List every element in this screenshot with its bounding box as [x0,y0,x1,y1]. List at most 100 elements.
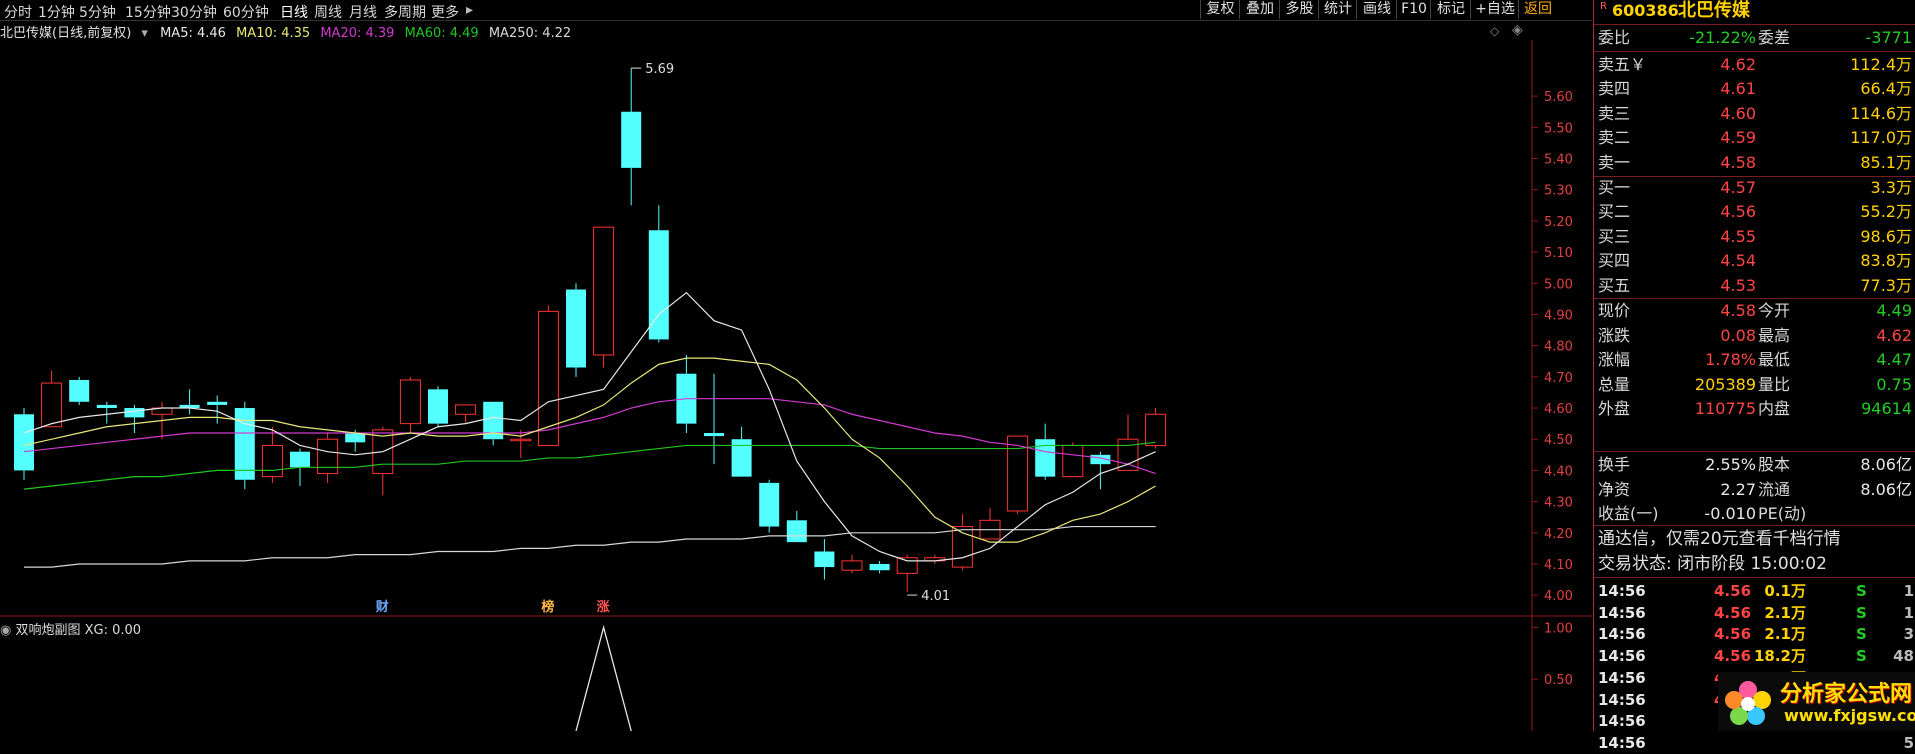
chevron-down-icon[interactable]: ▾ [141,26,148,41]
candle [979,507,1001,540]
tab-2[interactable]: 5分钟 [79,2,116,22]
stat-value: 4.58 [1720,301,1756,320]
tab-6[interactable]: 日线 [280,2,308,22]
tick-price: 4.56 [1714,625,1752,644]
stat-label: 现价 [1598,301,1631,320]
candle-body-up [455,404,477,415]
event-marker: 财 [376,599,389,615]
tick-time: 14:56 [1598,582,1646,600]
toolbar-btn-5[interactable]: F10 [1396,0,1431,19]
candle-body-down [814,551,835,568]
circle-icon[interactable]: ◉ [0,623,15,638]
expand-icon[interactable]: ◈ [1512,22,1523,38]
tick-count: 3 [1903,625,1914,644]
tab-5[interactable]: 60分钟 [223,2,269,22]
tab-9[interactable]: 多周期 [384,2,426,22]
toolbar-btn-2[interactable]: 多股 [1279,0,1319,19]
sub-y-tick-label: 1.00 [1544,621,1573,636]
toolbar-btn-4[interactable]: 画线 [1356,0,1397,19]
tick-side: S [1856,603,1867,622]
candle [869,560,890,574]
toolbar-btn-6[interactable]: 标记 [1430,0,1471,19]
candle-body-up [41,382,63,428]
candle-body-up [317,438,339,475]
y-tick-label: 4.30 [1544,496,1573,511]
ask-row[interactable]: 卖三 4.60 114.6万 [1594,103,1915,125]
bid-label: 买二 [1598,202,1631,222]
toolbar-btn-0[interactable]: 复权 [1200,0,1240,19]
tick-side: S [1856,582,1867,600]
ask-price: 4.60 [1720,103,1756,123]
tab-7[interactable]: 周线 [314,2,342,22]
period-tab-bar: 分时 1分钟 5分钟 15分钟 30分钟 60分钟 日线 周线 月线 多周期 更多 ▸ 复权 叠加 多股统… [0,0,1592,21]
stat-label: 最高 [1758,325,1791,345]
bid-label: 买一 [1598,178,1631,197]
tab-0[interactable]: 分时 [4,2,32,22]
candle-body-down [428,389,448,424]
level2-notice[interactable]: 通达信，仅需20元查看千档行情 [1594,528,1915,550]
quote-panel: R 600386 北巴传媒 委比 -21.22% 委差 -3771 卖五￥ 4.6… [1593,0,1915,752]
market-badge: R [1600,1,1607,12]
tick-volume: 2.1万 [1764,603,1806,622]
stat-label: 内盘 [1758,399,1791,419]
ma20-line [23,398,1156,475]
candle [234,401,255,490]
indicator-subchart[interactable]: 1.00 0.50 [0,617,1592,731]
stat-value: 4.49 [1876,301,1912,320]
diamond-icon[interactable]: ◇ [1490,24,1499,38]
candlestick-chart[interactable]: 5.60 5.50 5.40 5.30 5.20 5.10 5.00 4.90 4.80 4.70… [0,40,1592,617]
site-watermark: 分析家公式网 www.fxjgsw.com [1718,672,1915,731]
ma-legend: 北巴传媒(日线,前复权) ▾ MA5: 4.46 MA10: 4.35 MA20… [0,22,577,41]
ask-row[interactable]: 卖五￥ 4.62 112.4万 [1594,54,1915,76]
bid-volume: 3.3万 [1870,178,1912,197]
ask-row[interactable]: 卖四 4.61 66.4万 [1594,78,1915,100]
ask-volume: 117.0万 [1850,128,1912,148]
stat-label: 换手 [1598,455,1631,474]
toolbar-btn-7[interactable]: +自选 [1470,0,1519,19]
candle-body-up [1117,438,1139,471]
ma60-label: MA60: 4.49 [404,26,479,41]
stat-row: 总量 205389 量比 0.75 [1594,374,1915,396]
tab-10[interactable]: 更多 [431,2,459,22]
tab-3[interactable]: 15分钟 [125,2,171,22]
stat-value: 110775 [1694,399,1756,419]
candle-body-down [566,289,586,368]
bid-row[interactable]: 买三 4.55 98.6万 [1594,226,1915,248]
stat-value: -0.010 [1704,504,1756,524]
ask-row[interactable]: 卖二 4.59 117.0万 [1594,127,1915,149]
watermark-url: www.fxjgsw.com [1784,706,1915,725]
y-tick-label: 5.40 [1544,153,1573,168]
bid-row[interactable]: 买四 4.54 83.8万 [1594,250,1915,272]
candle-body-up [399,379,421,425]
weicha-value: -3771 [1865,28,1913,47]
weicha-label: 委差 [1758,28,1791,47]
stat-value: 4.62 [1876,325,1912,345]
tick-row: 14:56 4.56 18.2万 S 48 [1594,645,1915,667]
candle-body-up [261,444,283,478]
stat-label: 流通 [1758,479,1791,499]
tab-8[interactable]: 月线 [349,2,377,22]
candle [207,395,228,424]
y-tick-label: 4.20 [1544,527,1573,542]
stat-value: 8.06亿 [1860,479,1912,499]
stat-value: 1.78% [1705,350,1756,370]
ask-price: 4.59 [1720,128,1756,148]
toolbar-btn-1[interactable]: 叠加 [1239,0,1280,19]
tab-4[interactable]: 30分钟 [171,2,217,22]
bid-row[interactable]: 买二 4.56 55.2万 [1594,201,1915,223]
stat-value: 0.75 [1876,374,1912,394]
toolbar-btn-3[interactable]: 统计 [1318,0,1357,19]
tab-1[interactable]: 1分钟 [38,2,75,22]
more-arrow-icon[interactable]: ▸ [466,2,473,18]
candle [704,373,724,465]
y-tick-label: 4.90 [1544,308,1573,323]
stat-label: 涨跌 [1598,325,1631,345]
ask-volume: 112.4万 [1850,55,1912,74]
bid-row[interactable]: 买五 4.53 77.3万 [1594,275,1915,297]
ask-label: 卖二 [1598,128,1631,148]
ask-row[interactable]: 卖一 4.58 85.1万 [1594,152,1915,174]
bid-row[interactable]: 买一 4.57 3.3万 [1594,177,1915,199]
toolbar-btn-8[interactable]: 返回 [1518,0,1557,19]
stat-label: PE(动) [1758,504,1807,524]
y-tick-label: 4.70 [1544,371,1573,386]
